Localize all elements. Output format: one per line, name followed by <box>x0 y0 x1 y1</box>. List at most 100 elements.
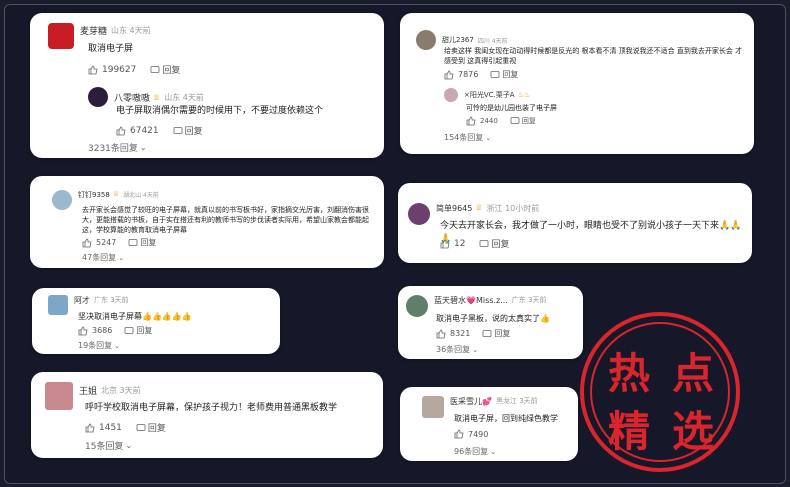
stamp-char: 热 <box>608 349 651 398</box>
comment-text: 电子屏取消偶尔需要的时候用下，不要过度依赖这个 <box>116 106 324 116</box>
username[interactable]: 王姐 <box>79 384 97 397</box>
reply-count-link[interactable]: 36条回复 <box>436 344 470 355</box>
thumbs-up-icon[interactable] <box>116 126 126 136</box>
comment-icon[interactable] <box>128 238 138 248</box>
user-avatar[interactable] <box>416 30 436 50</box>
thumbs-up-icon[interactable] <box>444 70 454 80</box>
thumbs-up-icon[interactable] <box>88 65 98 75</box>
reply-button[interactable]: 回复 <box>522 116 536 126</box>
comment-text: 可怜的是幼儿园也装了电子屏 <box>466 104 557 112</box>
like-count: 5247 <box>96 238 117 247</box>
comment-meta: 山东 4天前 <box>164 92 204 102</box>
vip-badge-icon: ♕ <box>112 190 120 198</box>
chevron-down-icon[interactable]: ⌄ <box>114 342 120 350</box>
comment-meta: 浙江 10小时前 <box>486 204 540 213</box>
reply-count-link[interactable]: 3231条回复 <box>88 141 138 154</box>
reply-button[interactable]: 回复 <box>162 63 180 76</box>
like-count: 7490 <box>468 429 489 439</box>
username[interactable]: 钉钉9358 <box>78 190 110 200</box>
thumbs-up-icon[interactable] <box>440 239 450 249</box>
comment-icon[interactable] <box>490 70 500 80</box>
reply-button[interactable]: 回复 <box>185 124 203 137</box>
like-count: 1451 <box>99 422 122 433</box>
username[interactable]: 八零嗷嗷 <box>114 91 150 104</box>
comment-card: 甜儿2367 四川 4天前 给卖这样 我闺女现在动动得时候都是反光的 根本看不清… <box>400 13 754 154</box>
user-avatar[interactable] <box>88 87 108 107</box>
like-count: 67421 <box>130 125 159 136</box>
comment-card: 阿才 广东 3天前 坚决取消电子屏幕👍👍👍👍👍 3686 回复 19条回复 ⌄ <box>32 288 280 354</box>
user-avatar[interactable] <box>48 23 74 49</box>
reply-button[interactable]: 回复 <box>136 325 152 336</box>
comment-icon[interactable] <box>510 116 520 126</box>
chevron-down-icon[interactable]: ⌄ <box>472 346 478 354</box>
reply-button[interactable]: 回复 <box>502 69 518 80</box>
reply-button[interactable]: 回复 <box>491 237 509 250</box>
reply-count-link[interactable]: 154条回复 <box>444 132 483 143</box>
thumbs-up-icon[interactable] <box>85 423 95 433</box>
user-avatar[interactable] <box>406 295 428 317</box>
comment-text: 去开家长会感觉了较旺的电子屏幕，就真以前的书写板书好，家指摘交光厉害，刘翻消伤害… <box>82 206 369 234</box>
chevron-down-icon[interactable]: ⌄ <box>485 134 491 142</box>
comment-text: 取消电子屏，回到纯绿色教学 <box>454 414 558 423</box>
stamp-char: 点 <box>672 349 715 398</box>
chevron-down-icon[interactable]: ⌄ <box>490 448 496 456</box>
user-avatar[interactable] <box>48 295 68 315</box>
username[interactable]: 麦芽糖 <box>80 24 107 37</box>
reply-count-link[interactable]: 15条回复 <box>85 439 123 452</box>
thumbs-up-icon[interactable] <box>466 116 476 126</box>
comment-text: 坚决取消电子屏幕👍👍👍👍👍 <box>78 312 192 321</box>
thumbs-up-icon[interactable] <box>454 429 464 439</box>
user-avatar[interactable] <box>52 190 72 210</box>
comment-card: 麦芽糖 山东 4天前 取消电子屏 199627 回复 八零嗷嗷 ♕ 山东 4天前… <box>30 13 384 158</box>
comment-icon[interactable] <box>482 329 492 339</box>
comment-text: 取消电子屏 <box>88 44 134 54</box>
reply-button[interactable]: 回复 <box>140 237 156 248</box>
username[interactable]: ×阳光VC.栗子A <box>464 90 515 100</box>
username[interactable]: 蓝天碧水💗Miss.z... <box>434 295 508 306</box>
comment-icon[interactable] <box>150 65 160 75</box>
chevron-down-icon[interactable]: ⌄ <box>118 254 124 262</box>
user-avatar[interactable] <box>408 203 430 225</box>
comment-meta: 广东 3天前 <box>511 296 547 304</box>
chevron-down-icon[interactable]: ⌄ <box>140 143 147 152</box>
fire-icon: ♨♨ <box>517 91 531 99</box>
reply-count-link[interactable]: 96条回复 <box>454 446 488 457</box>
comment-card: 医采雪儿💕 黑龙江 3天前 取消电子屏，回到纯绿色教学 7490 96条回复 ⌄ <box>400 387 578 461</box>
reply-button[interactable]: 回复 <box>494 328 510 339</box>
comment-meta: 北京 3天前 <box>101 386 141 395</box>
username[interactable]: 医采雪儿💕 <box>450 396 492 407</box>
user-avatar[interactable] <box>422 396 444 418</box>
vip-badge-icon: ♕ <box>475 203 483 212</box>
thumbs-up-icon[interactable] <box>82 238 92 248</box>
comment-card: 钉钉9358 ♕ 湖北山 4天前 去开家长会感觉了较旺的电子屏幕，就真以前的书写… <box>30 176 384 268</box>
user-avatar[interactable] <box>45 382 73 410</box>
comment-icon[interactable] <box>136 423 146 433</box>
comment-icon[interactable] <box>173 126 183 136</box>
reply-button[interactable]: 回复 <box>148 421 166 434</box>
like-count: 7876 <box>458 70 479 79</box>
reply-count-link[interactable]: 19条回复 <box>78 340 112 351</box>
reply-count-link[interactable]: 47条回复 <box>82 252 116 263</box>
vip-badge-icon: ♕ <box>153 92 161 102</box>
comment-text: 给卖这样 我闺女现在动动得时候都是反光的 根本看不清 顶我说我还不适合 直到我去… <box>444 47 743 65</box>
username[interactable]: 阿才 <box>74 295 90 306</box>
thumbs-up-icon[interactable] <box>436 329 446 339</box>
comment-card: 蓝天碧水💗Miss.z... 广东 3天前 取消电子黑板，说的太真实了👍 832… <box>398 286 583 359</box>
like-count: 2440 <box>480 117 498 125</box>
stamp-char: 精 <box>608 407 651 456</box>
chevron-down-icon[interactable]: ⌄ <box>125 441 132 450</box>
thumbs-up-icon[interactable] <box>78 326 88 336</box>
comment-meta: 广东 3天前 <box>94 296 129 304</box>
comment-text: 取消电子黑板，说的太真实了👍 <box>436 314 550 323</box>
username[interactable]: 简单9645 <box>436 203 472 214</box>
comment-icon[interactable] <box>479 239 489 249</box>
user-avatar[interactable] <box>444 88 458 102</box>
hot-picks-stamp: 热 点 精 选 <box>580 312 740 472</box>
comment-meta: 黑龙江 3天前 <box>495 397 538 405</box>
username[interactable]: 甜儿2367 <box>442 35 474 45</box>
like-count: 199627 <box>102 64 137 75</box>
comment-meta: 四川 4天前 <box>477 37 508 45</box>
comment-icon[interactable] <box>124 326 134 336</box>
comment-text: 呼吁学校取消电子屏幕，保护孩子视力！老师费用普通黑板教学 <box>85 403 338 413</box>
like-count: 8321 <box>450 329 471 338</box>
